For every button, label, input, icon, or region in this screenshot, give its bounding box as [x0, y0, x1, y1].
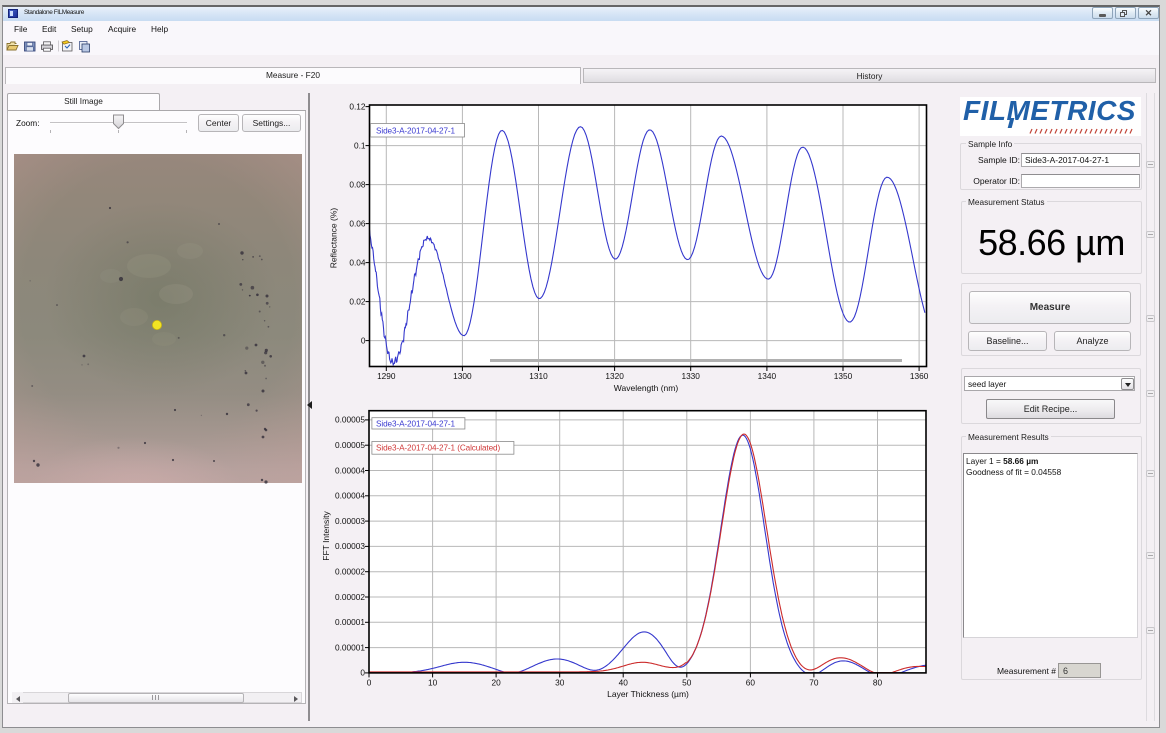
- svg-text:1350: 1350: [834, 371, 853, 381]
- svg-text:1290: 1290: [377, 371, 396, 381]
- svg-text:Wavelength (nm): Wavelength (nm): [614, 383, 679, 393]
- svg-text:1330: 1330: [681, 371, 700, 381]
- svg-text:0.00005: 0.00005: [335, 440, 365, 450]
- svg-text:Side3-A-2017-04-27-1 (Calculat: Side3-A-2017-04-27-1 (Calculated): [376, 444, 501, 453]
- svg-text:0.00003: 0.00003: [335, 516, 365, 526]
- svg-text:70: 70: [809, 678, 819, 688]
- svg-text:0.08: 0.08: [349, 179, 366, 189]
- svg-text:0.02: 0.02: [349, 296, 366, 306]
- svg-text:20: 20: [491, 678, 501, 688]
- svg-text:80: 80: [873, 678, 883, 688]
- svg-text:40: 40: [619, 678, 629, 688]
- svg-text:0.00001: 0.00001: [335, 642, 365, 652]
- svg-text:0.00004: 0.00004: [335, 491, 365, 501]
- svg-text:30: 30: [555, 678, 565, 688]
- svg-text:Reflectance (%): Reflectance (%): [329, 208, 339, 269]
- svg-text:Layer Thickness (µm): Layer Thickness (µm): [607, 689, 689, 699]
- svg-text:0.00004: 0.00004: [335, 465, 365, 475]
- svg-text:0.1: 0.1: [354, 140, 366, 150]
- svg-text:60: 60: [746, 678, 756, 688]
- svg-text:50: 50: [682, 678, 692, 688]
- svg-text:0.06: 0.06: [349, 218, 366, 228]
- svg-text:FFT Intensity: FFT Intensity: [321, 511, 331, 561]
- svg-text:0.00002: 0.00002: [335, 567, 365, 577]
- svg-text:1360: 1360: [910, 371, 929, 381]
- svg-text:0.00005: 0.00005: [335, 415, 365, 425]
- svg-text:0: 0: [360, 668, 365, 678]
- svg-text:1340: 1340: [758, 371, 777, 381]
- svg-text:Side3-A-2017-04-27-1: Side3-A-2017-04-27-1: [376, 419, 456, 428]
- svg-text:1310: 1310: [529, 371, 548, 381]
- svg-text:0.04: 0.04: [349, 257, 366, 267]
- svg-text:0.00003: 0.00003: [335, 541, 365, 551]
- svg-text:1320: 1320: [605, 371, 624, 381]
- svg-text:Side3-A-2017-04-27-1: Side3-A-2017-04-27-1: [376, 126, 456, 135]
- svg-text:0: 0: [361, 335, 366, 345]
- svg-text:0.00002: 0.00002: [335, 592, 365, 602]
- svg-text:10: 10: [428, 678, 438, 688]
- svg-text:1300: 1300: [453, 371, 472, 381]
- svg-text:0.00001: 0.00001: [335, 617, 365, 627]
- svg-text:0.12: 0.12: [349, 101, 366, 111]
- svg-text:0: 0: [367, 678, 372, 688]
